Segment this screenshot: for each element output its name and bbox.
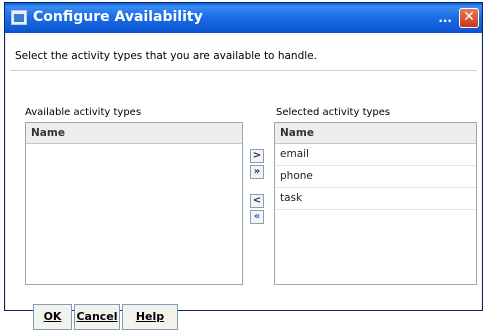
dialog-icon [11,10,27,25]
title-bar[interactable]: Configure Availability ... ✕ [5,3,482,33]
ok-button[interactable]: OK [33,304,72,330]
available-types-list[interactable]: Name [25,122,243,285]
add-all-button[interactable]: » [250,165,264,179]
instruction-text: Select the activity types that you are a… [15,50,317,62]
selected-types-list[interactable]: Name email phone task [274,122,477,285]
list-item[interactable]: email [275,144,476,166]
selected-list-header[interactable]: Name [275,123,476,144]
cancel-button[interactable]: Cancel [74,304,120,330]
divider [10,70,477,71]
dialog-title: Configure Availability [33,9,203,25]
selected-types-label: Selected activity types [276,107,391,118]
available-list-header[interactable]: Name [26,123,242,144]
dialog-body: Select the activity types that you are a… [6,33,481,330]
list-item[interactable]: task [275,188,476,210]
close-icon[interactable]: ✕ [459,8,479,28]
remove-all-button[interactable]: « [250,210,264,224]
add-selected-button[interactable]: > [250,149,264,163]
remove-selected-button[interactable]: < [250,194,264,208]
list-item[interactable]: phone [275,166,476,188]
available-types-label: Available activity types [25,107,142,118]
title-ellipsis: ... [438,11,452,25]
configure-availability-dialog: Configure Availability ... ✕ Select the … [4,2,483,330]
help-button[interactable]: Help [122,304,178,330]
